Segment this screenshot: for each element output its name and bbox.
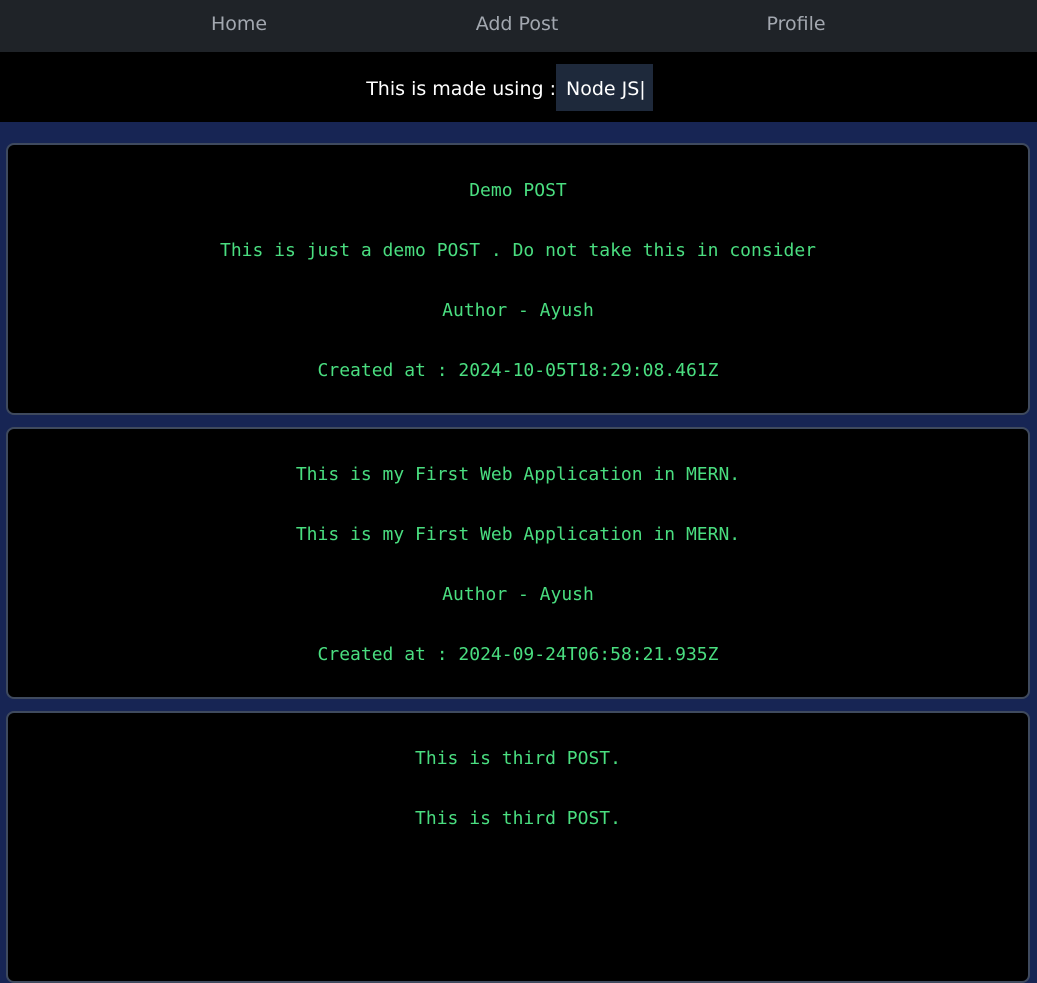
- nav-link-add-post[interactable]: Add Post: [476, 0, 559, 48]
- post-author: Author - Ayush: [442, 584, 594, 605]
- post-created-at: Created at : 2024-10-05T18:29:08.461Z: [317, 360, 719, 381]
- post-created-at: Created at : 2024-09-24T06:58:21.935Z: [317, 644, 719, 665]
- post-author: Author - Ayush: [442, 300, 594, 321]
- post-card: Demo POST This is just a demo POST . Do …: [6, 143, 1030, 415]
- tagline-bar: This is made using : Node JS|: [0, 52, 1037, 122]
- nav-link-profile[interactable]: Profile: [766, 0, 825, 48]
- post-content: This is third POST.: [415, 808, 621, 829]
- post-title: This is third POST.: [415, 748, 621, 769]
- nav-link-home[interactable]: Home: [211, 0, 267, 48]
- post-content: This is just a demo POST . Do not take t…: [219, 240, 817, 261]
- post-title: Demo POST: [469, 180, 567, 201]
- post-title: This is my First Web Application in MERN…: [295, 464, 741, 485]
- typewriter-tech-text: Node JS|: [556, 64, 653, 111]
- tagline-prefix: This is made using :: [366, 78, 556, 100]
- navbar: Home Add Post Profile: [0, 0, 1037, 52]
- post-card: This is third POST. This is third POST.: [6, 711, 1030, 983]
- post-content: This is my First Web Application in MERN…: [295, 524, 741, 545]
- post-card: This is my First Web Application in MERN…: [6, 427, 1030, 699]
